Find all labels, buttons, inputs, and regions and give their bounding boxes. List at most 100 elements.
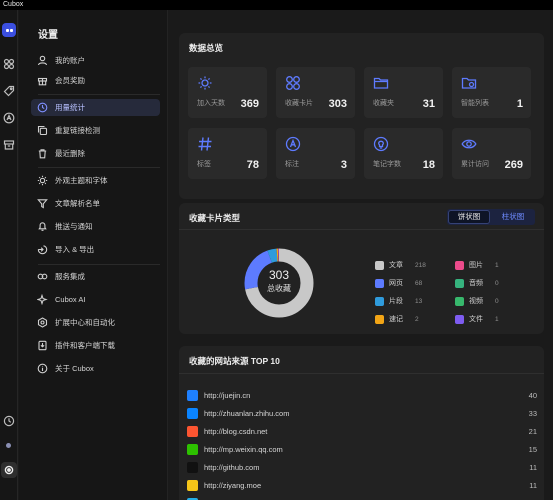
settings-button[interactable] <box>1 462 17 478</box>
source-url: http://blog.csdn.net <box>204 427 268 436</box>
stat-card-tags: 标签 78 <box>188 128 267 179</box>
sidebar-item-extensions[interactable]: 扩展中心和自动化 <box>31 314 160 331</box>
sidebar-item-label: 插件和客户端下载 <box>55 341 115 350</box>
overview-panel: 数据总览 加入天数 369 收藏卡片 303 收藏夹 31 智能列表 1 标签 … <box>179 33 544 199</box>
legend-value: 218 <box>415 262 426 269</box>
sidebar-item-label: 文章解析名单 <box>55 199 100 208</box>
legend-value: 0 <box>495 280 499 287</box>
legend-value: 0 <box>495 298 499 305</box>
gear-icon <box>4 465 14 475</box>
github-icon <box>187 462 198 473</box>
smart-folder-icon <box>461 75 477 91</box>
legend-label: 网页 <box>389 280 403 287</box>
divider <box>179 229 544 230</box>
stat-value: 369 <box>240 98 259 110</box>
legend-value: 2 <box>415 316 419 323</box>
divider <box>179 373 544 374</box>
sidebar-item-parse-list[interactable]: 文章解析名单 <box>31 195 160 212</box>
sidebar-item-label: 关于 Cubox <box>55 364 94 373</box>
highlight-icon[interactable] <box>3 112 15 124</box>
card-types-title: 收藏卡片类型 <box>189 213 241 223</box>
icon-rail <box>0 10 18 500</box>
archive-icon[interactable] <box>3 139 15 151</box>
source-row[interactable]: http://blog.csdn.net 21 <box>187 423 537 441</box>
legend-label: 片段 <box>389 298 403 305</box>
source-count: 11 <box>529 463 537 472</box>
sidebar-item-label: 外观主题和字体 <box>55 176 108 185</box>
sidebar-item-integrations[interactable]: 服务集成 <box>31 268 160 285</box>
bar-chart-tab[interactable]: 柱状图 <box>492 210 534 224</box>
sidebar-item-label: 我的账户 <box>55 56 85 65</box>
sidebar-item-downloads[interactable]: 插件和客户端下载 <box>31 337 160 354</box>
sidebar-item-about[interactable]: 关于 Cubox <box>31 360 160 377</box>
stat-label: 智能列表 <box>461 100 489 107</box>
source-row[interactable]: http://mp.weixin.qq.com 15 <box>187 441 537 459</box>
sidebar-item-rewards[interactable]: 会员奖励 <box>31 72 160 89</box>
tag-icon[interactable] <box>3 85 15 97</box>
sun-icon <box>37 175 48 186</box>
stat-value: 78 <box>246 159 259 171</box>
app-title: Cubox <box>3 1 24 8</box>
sidebar-item-import-export[interactable]: 导入 & 导出 <box>31 241 160 258</box>
grid-icon <box>285 75 301 91</box>
sidebar-item-label: Cubox AI <box>55 295 86 304</box>
wechat-icon <box>187 444 198 455</box>
sidebar-item-label: 用量统计 <box>55 103 85 112</box>
sidebar-item-duplicate-check[interactable]: 重复链接检测 <box>31 122 160 139</box>
sidebar-item-label: 推送与通知 <box>55 222 93 231</box>
stat-card-note-words: 笔记字数 18 <box>364 128 443 179</box>
sources-panel: 收藏的网站来源 TOP 10 http://juejin.cn 40 http://… <box>179 346 544 500</box>
sidebar-item-notifications[interactable]: 推送与通知 <box>31 218 160 235</box>
legend-label: 速记 <box>389 316 403 323</box>
legend-swatch-icon <box>455 261 464 270</box>
bell-icon <box>37 221 48 232</box>
source-row[interactable]: http://ziyang.moe 11 <box>187 477 537 495</box>
stat-label: 收藏夹 <box>373 100 394 107</box>
sidebar-item-cubox-ai[interactable]: Cubox AI <box>31 291 160 308</box>
stat-label: 笔记字数 <box>373 161 401 168</box>
card-types-panel: 收藏卡片类型 饼状图 柱状图 303 总收藏 文章 218 图片 1 网页 68 音频 0 片段… <box>179 203 544 334</box>
legend-label: 视频 <box>469 298 483 305</box>
history-icon[interactable] <box>3 415 15 427</box>
stat-card-visits: 累计访问 269 <box>452 128 531 179</box>
sidebar-title: 设置 <box>38 30 58 41</box>
sidebar-item-account[interactable]: 我的账户 <box>31 52 160 69</box>
grid-icon[interactable] <box>3 58 15 70</box>
donut-total-label: 总收藏 <box>267 284 291 293</box>
sidebar-item-appearance[interactable]: 外观主题和字体 <box>31 172 160 189</box>
sun-icon <box>197 75 213 91</box>
stat-value: 303 <box>328 98 347 110</box>
source-url: http://zhuanlan.zhihu.com <box>204 409 290 418</box>
stat-card-annotations: 标注 3 <box>276 128 355 179</box>
legend-value: 13 <box>415 298 423 305</box>
main-content: 数据总览 加入天数 369 收藏卡片 303 收藏夹 31 智能列表 1 标签 … <box>169 10 553 500</box>
pie-chart-tab[interactable]: 饼状图 <box>448 210 490 224</box>
app-logo-icon[interactable] <box>2 23 16 37</box>
eye-icon <box>461 136 477 152</box>
legend-swatch-icon <box>375 261 384 270</box>
source-row[interactable]: http://juejin.cn 40 <box>187 387 537 405</box>
source-count: 40 <box>528 391 537 400</box>
extension-icon <box>37 317 48 328</box>
stat-value: 269 <box>504 159 523 171</box>
pen-icon <box>285 136 301 152</box>
source-url: http://www.bilibili.com <box>204 495 275 500</box>
legend-swatch-icon <box>375 297 384 306</box>
filter-icon <box>37 198 48 209</box>
source-row[interactable]: http://zhuanlan.zhihu.com 33 <box>187 405 537 423</box>
source-row[interactable]: http://www.bilibili.com 11 <box>187 495 537 500</box>
donut-total-value: 303 <box>268 268 290 282</box>
source-count: 33 <box>528 409 537 418</box>
hash-icon <box>197 136 213 152</box>
settings-sidebar: 设置 我的账户 会员奖励 用量统计 重复链接检测 最近删除 外观主题和字体 文章… <box>19 10 168 500</box>
legend-swatch-icon <box>375 315 384 324</box>
chart-type-toggle: 饼状图 柱状图 <box>447 209 535 225</box>
source-row[interactable]: http://github.com 11 <box>187 459 537 477</box>
sidebar-item-usage-stats[interactable]: 用量统计 <box>31 99 160 116</box>
sidebar-item-recently-deleted[interactable]: 最近删除 <box>31 145 160 162</box>
overview-title: 数据总览 <box>189 43 224 53</box>
sidebar-item-label: 扩展中心和自动化 <box>55 318 115 327</box>
status-dot-icon <box>6 443 11 448</box>
stat-value: 3 <box>340 159 347 171</box>
stat-label: 累计访问 <box>461 161 489 168</box>
